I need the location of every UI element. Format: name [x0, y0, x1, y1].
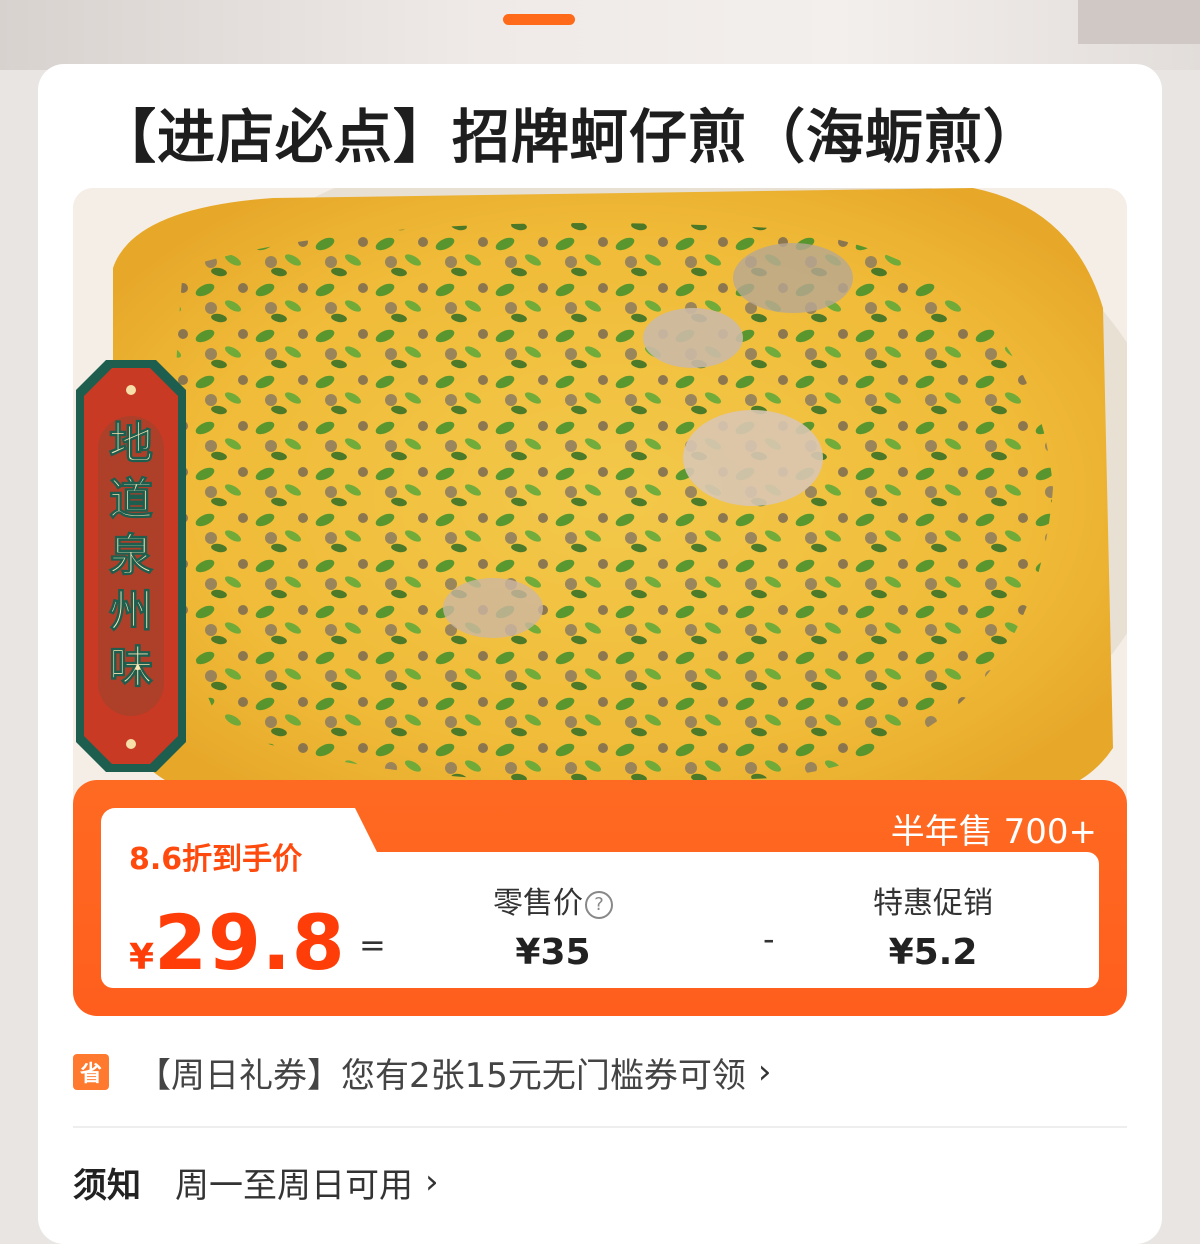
- coupon-row[interactable]: 省 【周日礼券】您有2张15元无门槛券可领 ›: [73, 1050, 772, 1096]
- retail-price-value: ¥35: [515, 932, 591, 973]
- retail-price-label: 零售价: [493, 886, 583, 921]
- tab-indicator: [503, 14, 575, 25]
- chevron-right-icon: ›: [425, 1162, 439, 1202]
- promo-value: ¥5.2: [888, 932, 978, 973]
- final-price-value: 29.8: [154, 898, 346, 987]
- discount-label: 8.6折到手价: [129, 842, 303, 877]
- badge-char: 州: [109, 586, 154, 638]
- final-price: ¥29.8: [129, 898, 346, 987]
- divider: [73, 1126, 1127, 1128]
- badge-char: 道: [109, 474, 154, 526]
- minus-sign: -: [763, 920, 775, 958]
- coupon-text: 【周日礼券】您有2张15元无门槛券可领: [137, 1055, 746, 1096]
- notice-label: 须知: [73, 1165, 141, 1206]
- question-circle-icon[interactable]: ?: [585, 890, 613, 919]
- badge-char: 泉: [109, 530, 154, 582]
- notice-row[interactable]: 须知 周一至周日可用 ›: [73, 1160, 439, 1206]
- product-card: 【进店必点】招牌蚵仔煎（海蛎煎） 地 道 泉 州 味 半年售 700+ 8.6折…: [38, 64, 1162, 1244]
- retail-price-block: 零售价? ¥35: [483, 878, 623, 973]
- sales-count: 半年售 700+: [890, 812, 1097, 852]
- top-background: [0, 0, 1200, 70]
- notice-text: 周一至周日可用: [175, 1165, 413, 1206]
- save-icon: 省: [73, 1054, 109, 1090]
- badge-char: 味: [109, 642, 154, 694]
- badge-char: 地: [109, 418, 154, 470]
- local-flavor-badge: 地 道 泉 州 味: [76, 360, 186, 772]
- product-title: 【进店必点】招牌蚵仔煎（海蛎煎）: [98, 103, 1043, 171]
- promo-block: 特惠促销 ¥5.2: [863, 878, 1003, 973]
- product-image[interactable]: [73, 188, 1127, 828]
- equals-sign: =: [359, 926, 386, 964]
- chevron-right-icon: ›: [757, 1052, 772, 1092]
- currency-symbol: ¥: [129, 937, 155, 978]
- promo-label: 特惠促销: [873, 886, 993, 921]
- price-panel: 半年售 700+ 8.6折到手价 ¥29.8 = 零售价? ¥35 - 特惠促销…: [73, 780, 1127, 1016]
